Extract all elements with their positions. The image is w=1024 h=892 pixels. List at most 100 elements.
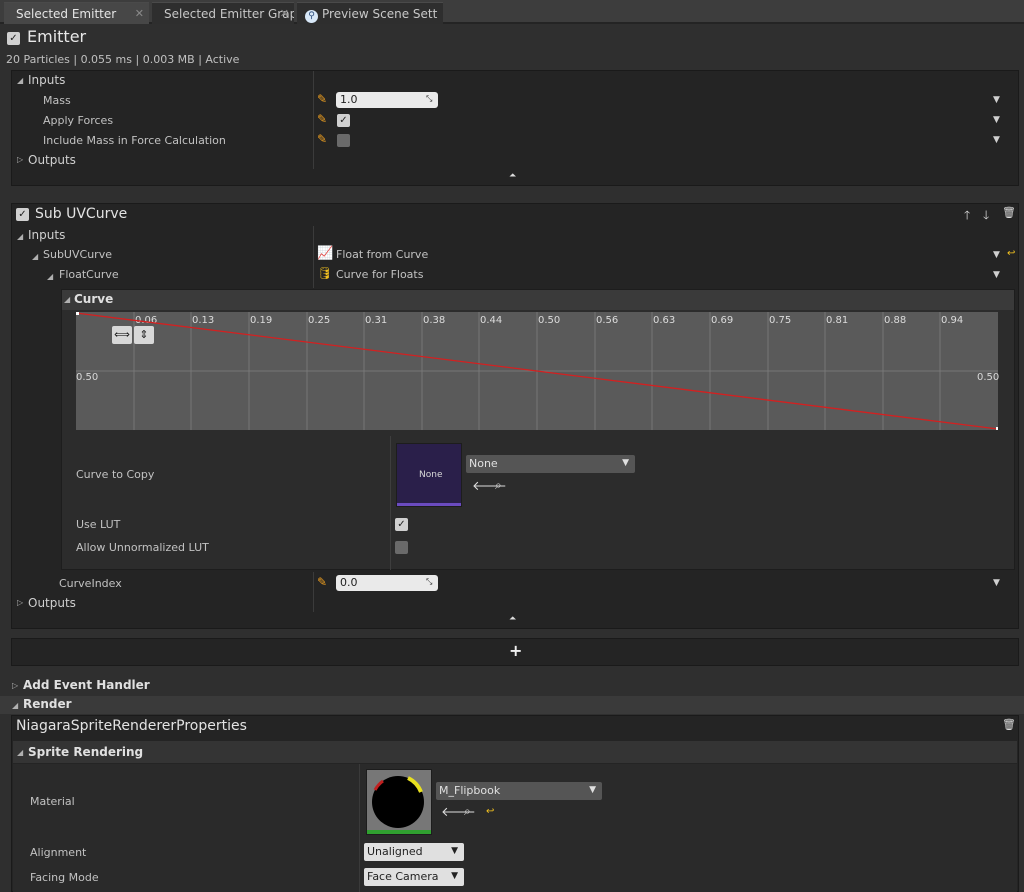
emitter-enabled-checkbox[interactable]: ✓	[7, 32, 20, 45]
chevron-down-icon[interactable]: ▼	[993, 135, 1000, 145]
trash-icon[interactable]: 🗑	[1002, 718, 1016, 731]
reset-arrow-icon[interactable]: ↩	[486, 806, 494, 817]
material-dropdown[interactable]: M_Flipbook ▼	[436, 782, 602, 800]
fit-vertical-button[interactable]: ⇕	[134, 326, 154, 344]
collapse-up-icon[interactable]: ⏶	[509, 614, 516, 624]
expanded-triangle-icon[interactable]: ◢	[12, 701, 18, 710]
pencil-icon[interactable]: ✎	[317, 112, 327, 126]
tab-selected-emitter[interactable]: Selected Emitter ✕	[4, 2, 149, 24]
expanded-triangle-icon[interactable]: ◢	[17, 232, 23, 241]
alignment-label: Alignment	[30, 846, 87, 859]
curve-plot[interactable]: 0.06 0.13 0.19 0.25 0.31 0.38 0.44 0.50 0.56 0.63…	[76, 312, 998, 430]
column-divider	[359, 764, 360, 892]
curve-tick-label: 0.69	[711, 315, 733, 326]
apply-forces-checkbox[interactable]: ✓	[337, 114, 350, 127]
material-label: Material	[30, 795, 75, 808]
curve-graph-icon: 📈	[317, 246, 334, 261]
collapsed-triangle-icon[interactable]: ▷	[17, 598, 23, 607]
chevron-down-icon[interactable]: ▼	[993, 115, 1000, 125]
chevron-down-icon[interactable]: ▼	[993, 270, 1000, 280]
asset-type-bar	[397, 503, 461, 506]
curveindex-value: 0.0	[340, 576, 358, 589]
trash-icon[interactable]: 🗑	[1002, 206, 1016, 219]
expanded-triangle-icon[interactable]: ◢	[17, 76, 23, 85]
close-icon[interactable]: ✕	[135, 7, 144, 20]
close-icon[interactable]: ✕	[280, 7, 289, 20]
curve-tick-label: 0.13	[192, 315, 214, 326]
mass-label: Mass	[43, 94, 71, 107]
chevron-down-icon: ▼	[622, 458, 629, 468]
dropdown-value: None	[469, 457, 498, 470]
curve-asset-thumbnail[interactable]: None	[396, 443, 462, 507]
pencil-icon[interactable]: ✎	[317, 575, 327, 589]
resize-arrows-icon: ⤡	[426, 94, 433, 103]
curve-tick-label: 0.88	[884, 315, 906, 326]
curve-tick-label: 0.75	[769, 315, 791, 326]
chevron-down-icon[interactable]: ▼	[993, 578, 1000, 588]
add-module-button[interactable]: +	[509, 641, 522, 660]
sprite-rendering-header[interactable]	[13, 741, 1017, 763]
emitter-title: Emitter	[27, 27, 87, 46]
facing-mode-dropdown[interactable]: Face Camera ▼	[364, 868, 464, 886]
curve-section-header	[62, 290, 1014, 310]
arrow-down-icon[interactable]: 🡓	[983, 206, 989, 227]
expanded-triangle-icon[interactable]: ◢	[32, 252, 38, 261]
curve-to-copy-dropdown[interactable]: None ▼	[466, 455, 635, 473]
floatcurve-value[interactable]: Curve for Floats	[336, 268, 423, 281]
expanded-triangle-icon[interactable]: ◢	[64, 295, 70, 304]
curve-tick-label: 0.44	[480, 315, 502, 326]
collapsed-triangle-icon[interactable]: ▷	[17, 155, 23, 164]
curve-tick-label: 0.31	[365, 315, 387, 326]
allow-unnormalized-checkbox[interactable]	[395, 541, 408, 554]
alignment-dropdown[interactable]: Unaligned ▼	[364, 843, 464, 861]
curve-key-point[interactable]	[76, 312, 79, 315]
dropdown-value: Unaligned	[367, 845, 423, 858]
sprite-rendering-label: Sprite Rendering	[28, 745, 144, 759]
tab-selected-emitter-graph[interactable]: Selected Emitter Grapl ✕	[152, 2, 294, 24]
resize-arrows-icon: ⤡	[426, 577, 433, 586]
curve-tick-label: 0.25	[308, 315, 330, 326]
search-icon[interactable]: ⌕	[495, 478, 502, 493]
expanded-triangle-icon[interactable]: ◢	[47, 272, 53, 281]
material-preview	[367, 776, 431, 834]
inputs-label: Inputs	[28, 73, 66, 87]
fit-horizontal-button[interactable]: ⟺	[112, 326, 132, 344]
subuv-enabled-checkbox[interactable]: ✓	[16, 208, 29, 221]
add-event-handler-label[interactable]: Add Event Handler	[23, 678, 150, 692]
chevron-down-icon[interactable]: ▼	[993, 250, 1000, 260]
include-mass-checkbox[interactable]	[337, 134, 350, 147]
pencil-icon[interactable]: ✎	[317, 92, 327, 106]
render-category-header[interactable]	[0, 696, 1024, 714]
tab-label: Preview Scene Sett	[322, 7, 438, 21]
expanded-triangle-icon[interactable]: ◢	[17, 748, 23, 757]
emitter-stats: 20 Particles | 0.055 ms | 0.003 MB | Act…	[6, 53, 240, 66]
curve-left-value: 0.50	[76, 372, 99, 383]
curve-right-value: 0.50	[977, 372, 1000, 383]
tab-label: Selected Emitter	[16, 7, 117, 21]
mass-value: 1.0	[340, 93, 358, 106]
thumbnail-label: None	[419, 470, 443, 480]
subuvcurve-value[interactable]: Float from Curve	[336, 248, 428, 261]
floatcurve-label: FloatCurve	[59, 268, 119, 281]
curveindex-input[interactable]: 0.0 ⤡	[336, 575, 438, 591]
material-thumbnail[interactable]	[366, 769, 432, 835]
dropdown-value: M_Flipbook	[439, 784, 501, 797]
chevron-down-icon[interactable]: ▼	[993, 95, 1000, 105]
column-divider	[313, 71, 314, 169]
magnifier-icon: ⚲	[305, 10, 318, 23]
mass-input[interactable]: 1.0 ⤡	[336, 92, 438, 108]
facing-mode-label: Facing Mode	[30, 871, 99, 884]
emitter-module-panel	[11, 70, 1019, 186]
curve-graph[interactable]: 0.06 0.13 0.19 0.25 0.31 0.38 0.44 0.50 0.56 0.63…	[76, 312, 998, 430]
pencil-icon[interactable]: ✎	[317, 132, 327, 146]
column-divider	[313, 226, 314, 288]
search-icon[interactable]: ⌕	[464, 804, 471, 819]
use-lut-checkbox[interactable]: ✓	[395, 518, 408, 531]
tab-preview-scene-settings[interactable]: ⚲ Preview Scene Sett	[297, 2, 443, 24]
collapsed-triangle-icon[interactable]: ▷	[12, 681, 18, 690]
reset-arrow-icon[interactable]: ↩	[1007, 248, 1015, 259]
curve-key-point[interactable]	[996, 427, 998, 430]
arrow-up-icon[interactable]: 🡑	[964, 206, 970, 227]
collapse-up-icon[interactable]: ⏶	[509, 171, 516, 181]
curve-tick-label: 0.19	[250, 315, 272, 326]
